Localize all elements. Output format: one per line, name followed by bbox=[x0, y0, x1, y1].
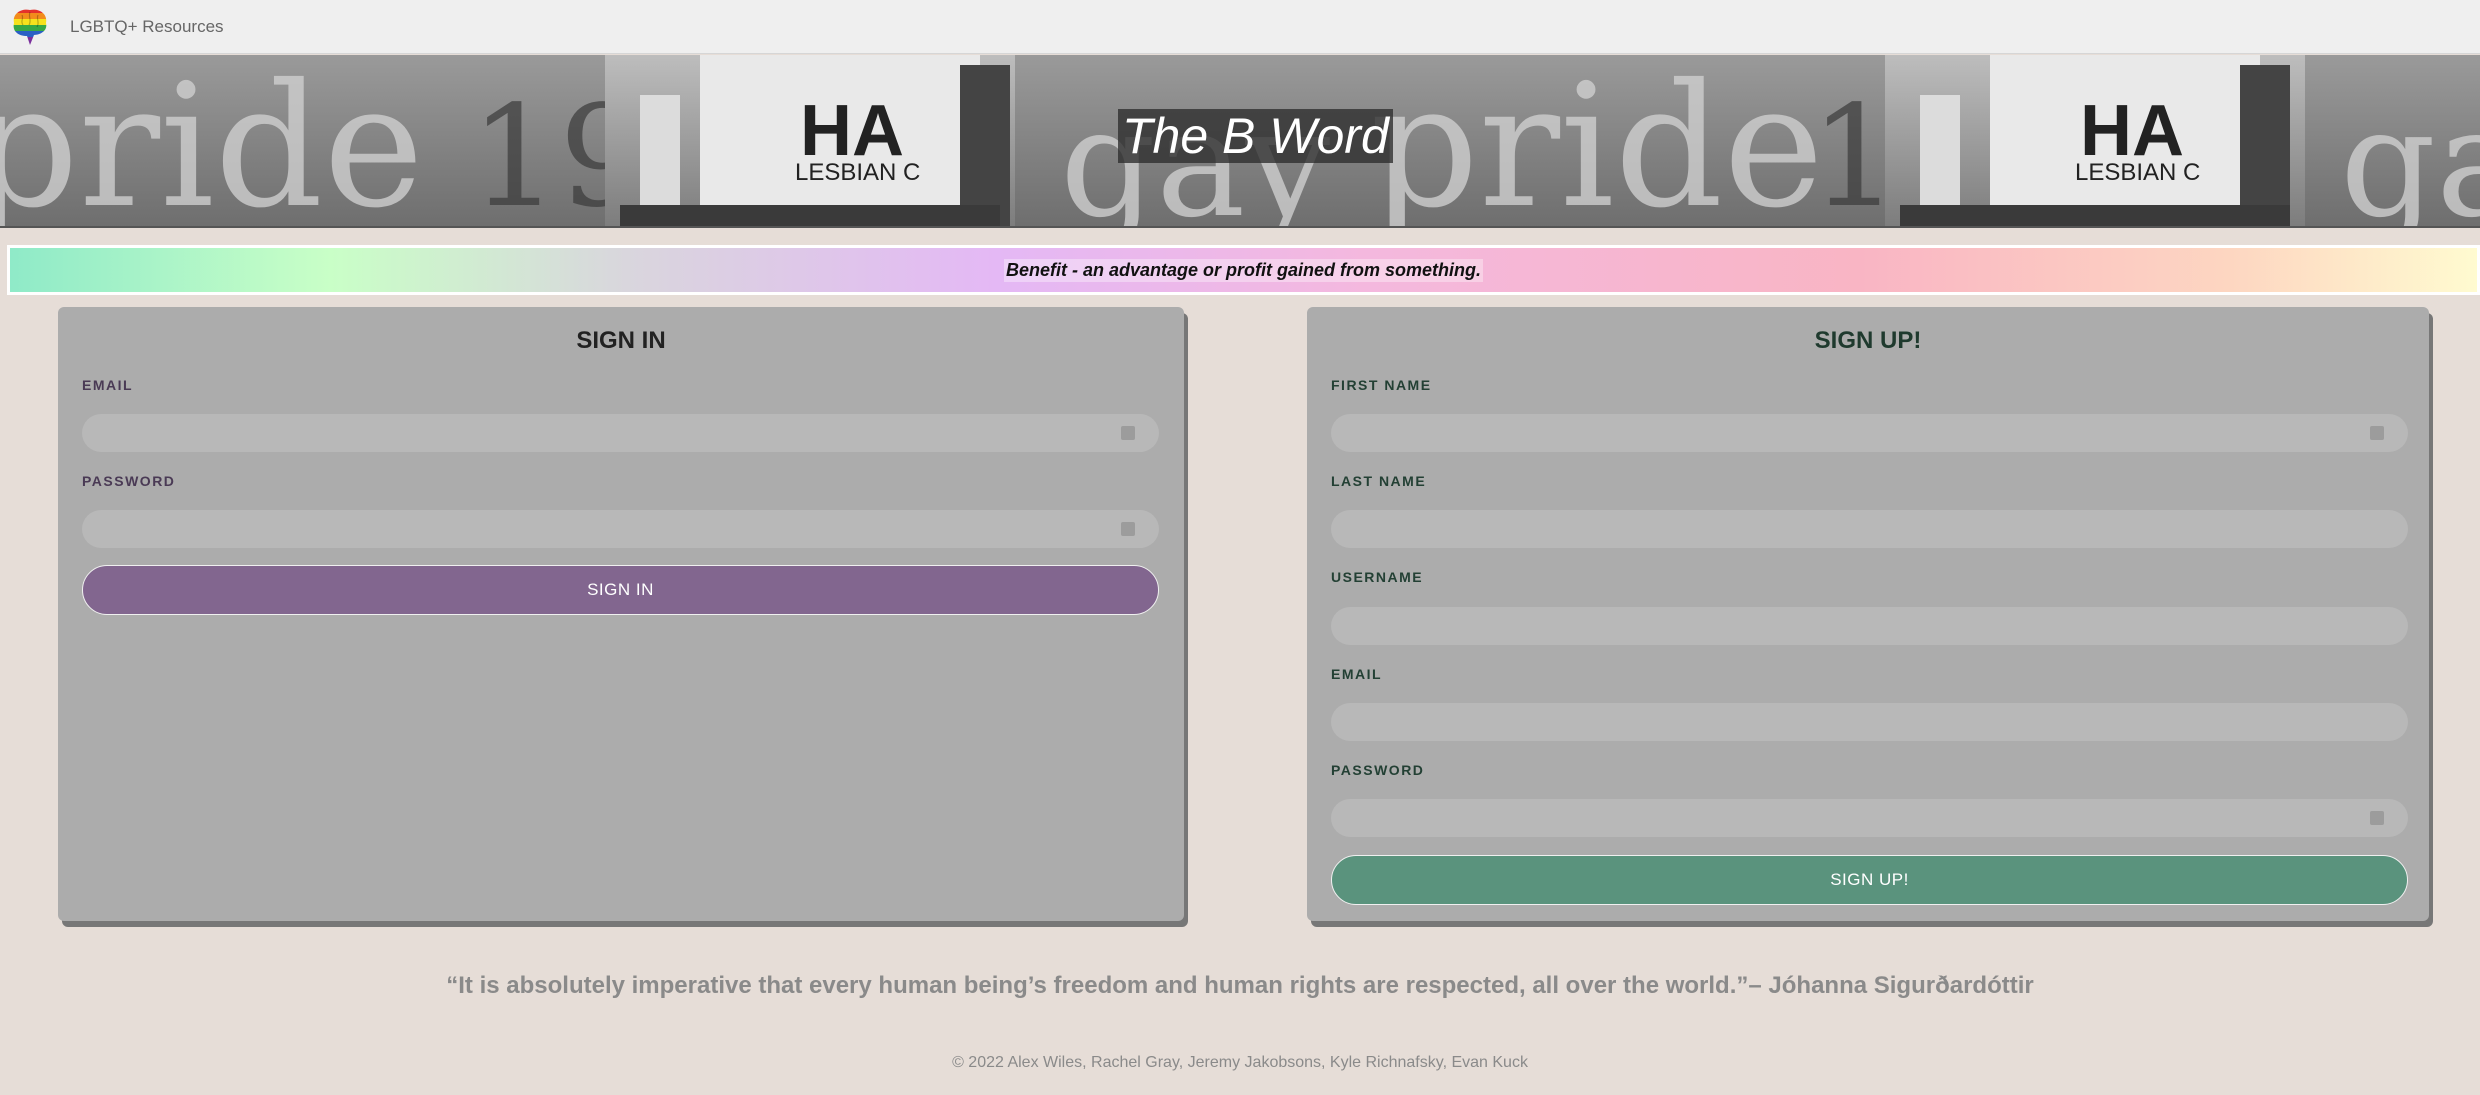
autofill-key-icon[interactable] bbox=[2370, 811, 2384, 825]
sign-up-card: SIGN UP! FIRST NAME LAST NAME USERNAME E… bbox=[1307, 307, 2429, 921]
svg-text:LESBIAN C: LESBIAN C bbox=[2075, 159, 2200, 186]
navbar: LGBTQ+ Resources bbox=[0, 0, 2480, 54]
sign-up-button[interactable]: SIGN UP! bbox=[1331, 855, 2408, 905]
last-name-label: LAST NAME bbox=[1331, 473, 1427, 489]
password-label: PASSWORD bbox=[82, 473, 176, 489]
sign-in-card: SIGN IN EMAIL PASSWORD SIGN IN bbox=[58, 307, 1184, 921]
rainbow-brain-logo-icon[interactable] bbox=[8, 5, 52, 49]
svg-text:LESBIAN C: LESBIAN C bbox=[795, 159, 920, 186]
sign-in-button[interactable]: SIGN IN bbox=[82, 565, 1159, 615]
autofill-key-icon[interactable] bbox=[1121, 426, 1135, 440]
password-label: PASSWORD bbox=[1331, 762, 1425, 778]
svg-text:ga: ga bbox=[2340, 77, 2480, 228]
first-name-input[interactable] bbox=[1331, 414, 2408, 452]
sign-up-password-input[interactable] bbox=[1331, 799, 2408, 837]
first-name-label: FIRST NAME bbox=[1331, 377, 1432, 393]
definition-bar: Benefit - an advantage or profit gained … bbox=[7, 245, 2480, 295]
svg-text:pride: pride bbox=[0, 55, 424, 228]
username-input[interactable] bbox=[1331, 607, 2408, 645]
autofill-key-icon[interactable] bbox=[1121, 522, 1135, 536]
inspirational-quote: “It is absolutely imperative that every … bbox=[446, 972, 2034, 999]
autofill-key-icon[interactable] bbox=[2370, 426, 2384, 440]
last-name-input[interactable] bbox=[1331, 510, 2408, 548]
hero-banner: pride 19 HA LESBIAN C gay pride 1 HA LES… bbox=[0, 55, 2480, 228]
username-label: USERNAME bbox=[1331, 569, 1424, 585]
site-title: The B Word bbox=[1118, 109, 1393, 163]
svg-text:pride: pride bbox=[1370, 55, 1824, 228]
sign-up-title: SIGN UP! bbox=[1814, 327, 1922, 354]
sign-in-password-input[interactable] bbox=[82, 510, 1159, 548]
email-label: EMAIL bbox=[82, 377, 134, 393]
brand-link[interactable]: LGBTQ+ Resources bbox=[70, 17, 224, 37]
sign-up-email-input[interactable] bbox=[1331, 703, 2408, 741]
sign-in-email-input[interactable] bbox=[82, 414, 1159, 452]
email-label: EMAIL bbox=[1331, 666, 1383, 682]
sign-in-title: SIGN IN bbox=[576, 327, 666, 354]
footer-copyright: © 2022 Alex Wiles, Rachel Gray, Jeremy J… bbox=[952, 1054, 1528, 1071]
definition-text: Benefit - an advantage or profit gained … bbox=[1003, 258, 1484, 282]
